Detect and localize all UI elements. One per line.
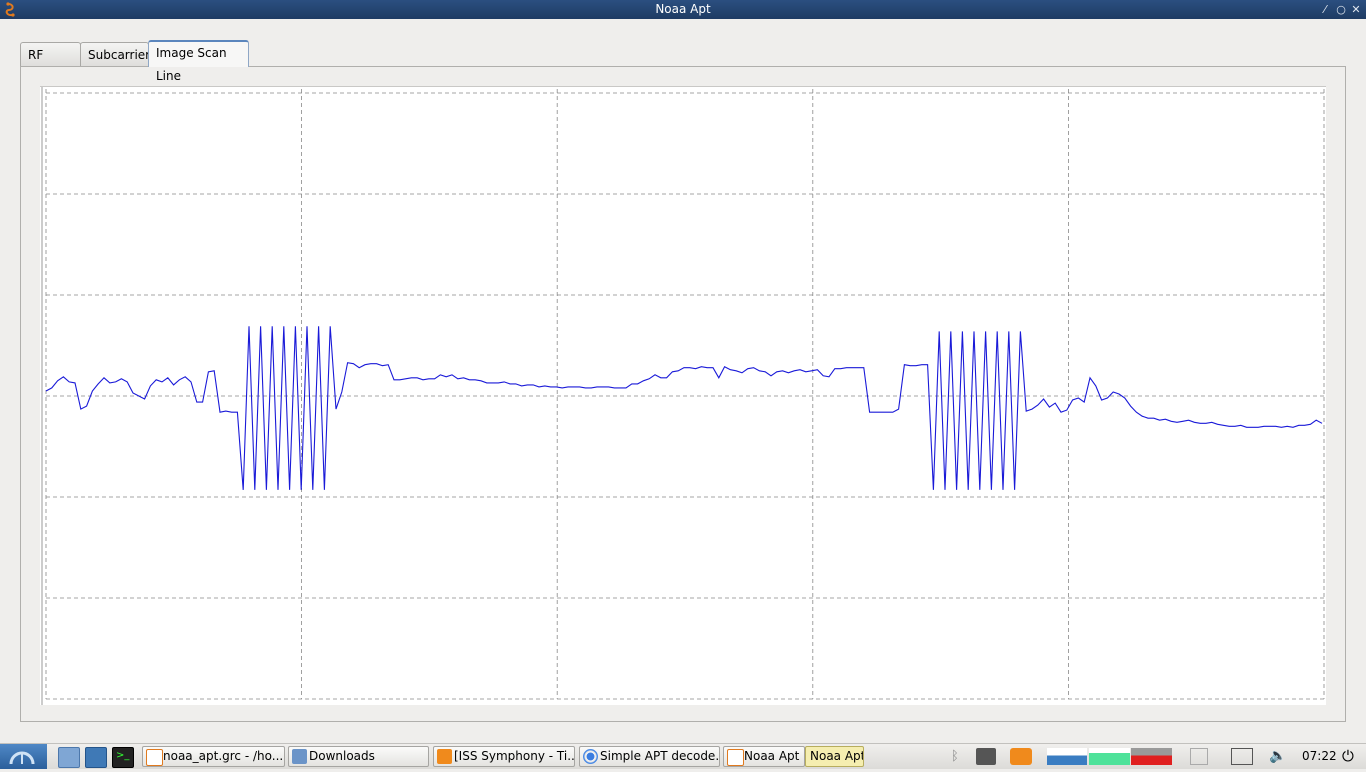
tab-bar: RF Input Subcarrier Image Scan Line — [20, 40, 249, 86]
cpu-monitor-icon — [1047, 748, 1087, 765]
taskbar-task[interactable]: Noaa Apt — [723, 746, 805, 767]
file-manager-launcher-icon[interactable] — [58, 747, 80, 768]
start-menu-button[interactable] — [0, 744, 47, 769]
restore-icon[interactable]: ○ — [1334, 0, 1348, 19]
close-icon[interactable]: ✕ — [1349, 0, 1363, 19]
folder-icon — [292, 749, 307, 764]
window-titlebar[interactable]: Noaa Apt ⁄ ○ ✕ — [0, 0, 1366, 19]
power-icon[interactable]: ⏻ — [1342, 748, 1360, 765]
window-title: Noaa Apt — [655, 2, 711, 16]
gnuradio-icon — [146, 749, 163, 766]
swap-monitor-icon — [1131, 748, 1172, 765]
tab-rf-input[interactable]: RF Input — [20, 42, 81, 86]
desktop-switcher-icon[interactable] — [1190, 748, 1208, 765]
tab-image-scan-line[interactable]: Image Scan Line — [148, 40, 249, 83]
gnuradio-icon — [5, 2, 15, 17]
network-icon[interactable] — [1231, 748, 1253, 765]
taskbar-task[interactable]: noaa_apt.grc - /ho... — [142, 746, 285, 767]
scan-line-series — [45, 326, 1323, 490]
scan-line-plot[interactable] — [40, 86, 1326, 705]
taskbar-task[interactable]: Simple APT decode... — [579, 746, 720, 767]
volume-icon[interactable]: 🔈 — [1269, 748, 1289, 765]
clock[interactable]: 07:22 — [1302, 744, 1337, 769]
bluetooth-icon[interactable]: ᛒ — [951, 748, 961, 765]
lxde-logo-icon — [9, 751, 35, 765]
taskbar: >_ noaa_apt.grc - /ho... Downloads [ISS … — [0, 743, 1366, 769]
tab-subcarrier[interactable]: Subcarrier — [80, 42, 150, 66]
taskbar-task[interactable]: Downloads — [288, 746, 429, 767]
chromium-icon — [583, 749, 598, 764]
vlc-icon — [437, 749, 452, 764]
vlc-tray-icon[interactable] — [1010, 748, 1032, 765]
taskbar-task-active[interactable]: Noaa Apt — [805, 746, 864, 767]
taskbar-task[interactable]: [ISS Symphony - Ti... — [433, 746, 575, 767]
maximize-icon[interactable]: ⁄ — [1318, 0, 1332, 19]
battery-power-icon[interactable] — [976, 748, 996, 765]
network-launcher-icon[interactable] — [85, 747, 107, 768]
plot-canvas — [41, 87, 1325, 705]
gnuradio-icon — [727, 749, 744, 766]
memory-monitor-icon — [1089, 748, 1130, 765]
terminal-launcher-icon[interactable]: >_ — [112, 747, 134, 768]
